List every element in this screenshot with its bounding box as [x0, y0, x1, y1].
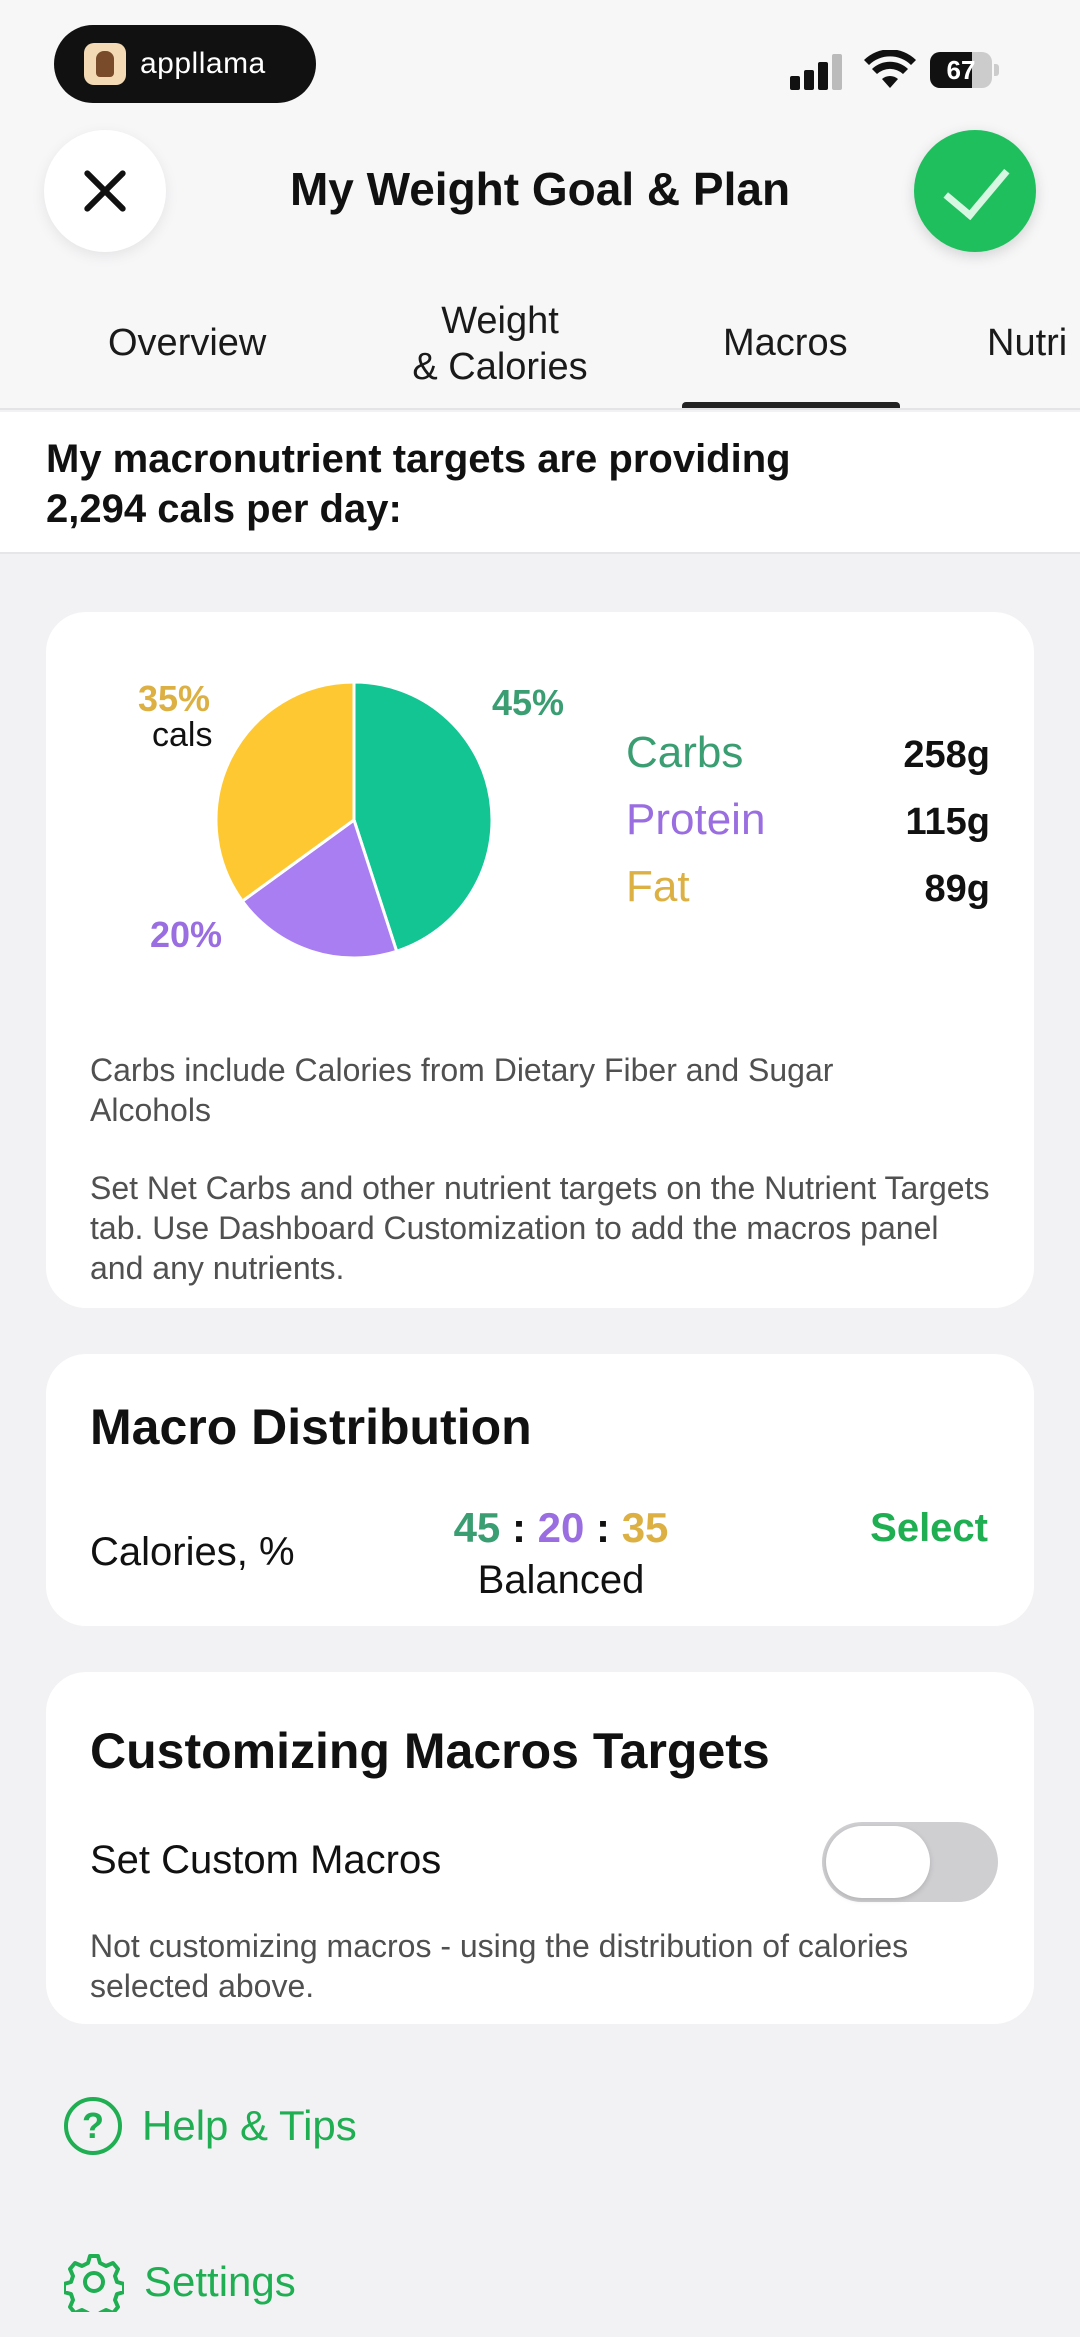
toggle-knob [826, 1826, 930, 1898]
tab-bar: Overview Weight & Calories Macros Nutri [0, 290, 1080, 410]
page-title: My Weight Goal & Plan [289, 163, 791, 215]
ratio-carbs: 45 [453, 1504, 501, 1551]
tab-overview[interactable]: Overview [108, 320, 266, 366]
ratio-sep-1: : [511, 1504, 526, 1551]
custom-macros-title: Customizing Macros Targets [90, 1723, 770, 1779]
app-badge-label: appllama [140, 47, 266, 80]
save-check-button[interactable] [914, 130, 1036, 252]
help-tips-label: Help & Tips [142, 2102, 357, 2149]
ratio-name: Balanced [477, 1558, 645, 1602]
settings-label: Settings [144, 2258, 296, 2305]
intro-text: My macronutrient targets are providing 2… [46, 437, 791, 531]
ratio-sep-2: : [596, 1504, 611, 1551]
wifi-icon [864, 50, 916, 88]
carbs-label: Carbs [626, 728, 744, 777]
macro-distribution-card: Macro Distribution Calories, % 45 : 20 :… [46, 1354, 1034, 1626]
tab-weight-calories-line2: & Calories [412, 346, 588, 388]
carbs-fiber-note: Carbs include Calories from Dietary Fibe… [90, 1052, 834, 1128]
tab-weight-calories[interactable]: Weight & Calories [400, 298, 600, 390]
protein-value: 115g [905, 801, 990, 843]
fat-value: 89g [924, 868, 990, 910]
carbs-percent-label: 45% [492, 682, 565, 723]
macros-pie-chart [214, 680, 494, 960]
help-tips-link[interactable]: ? Help & Tips [64, 2096, 357, 2156]
close-button[interactable] [44, 130, 166, 252]
custom-macros-card: Customizing Macros Targets Set Custom Ma… [46, 1672, 1034, 2024]
status-bar: appllama 67 [0, 0, 1080, 120]
tab-weight-calories-line1: Weight [441, 300, 559, 342]
llama-logo-icon [84, 43, 126, 85]
select-distribution-button[interactable]: Select [870, 1506, 988, 1551]
custom-macros-toggle[interactable] [822, 1822, 998, 1902]
macros-summary-card: 45% 35% cals 20% Carbs 258g Protein 115g… [46, 612, 1034, 1308]
intro-section: My macronutrient targets are providing 2… [0, 412, 1080, 554]
tab-nutrients[interactable]: Nutri [987, 320, 1067, 366]
macro-distribution-title: Macro Distribution [90, 1399, 532, 1455]
settings-link[interactable]: Settings [64, 2252, 296, 2312]
calories-percent-label: Calories, % [90, 1530, 295, 1574]
net-carbs-note: Set Net Carbs and other nutrient targets… [90, 1170, 990, 1286]
ratio-protein: 20 [537, 1504, 585, 1551]
custom-macros-toggle-label: Set Custom Macros [90, 1838, 442, 1882]
battery-icon: 67 [930, 52, 1000, 88]
fat-percent-sub-label: cals [152, 716, 213, 754]
protein-percent-label: 20% [150, 914, 223, 955]
header: My Weight Goal & Plan [0, 120, 1080, 290]
fat-label: Fat [626, 862, 690, 911]
custom-macros-note: Not customizing macros - using the distr… [90, 1928, 909, 2004]
protein-label: Protein [626, 795, 766, 844]
active-tab-indicator [682, 402, 900, 408]
app-badge[interactable]: appllama [54, 25, 316, 103]
fat-percent-label: 35% [138, 678, 211, 719]
ratio-fat: 35 [621, 1504, 669, 1551]
cellular-signal-icon [790, 54, 846, 90]
carbs-value: 258g [903, 734, 990, 776]
macro-ratio: 45 : 20 : 35 [436, 1504, 686, 1552]
question-mark-icon: ? [64, 2097, 122, 2155]
tab-macros[interactable]: Macros [723, 320, 848, 366]
battery-percent: 67 [946, 55, 976, 85]
gear-icon [64, 2254, 124, 2312]
